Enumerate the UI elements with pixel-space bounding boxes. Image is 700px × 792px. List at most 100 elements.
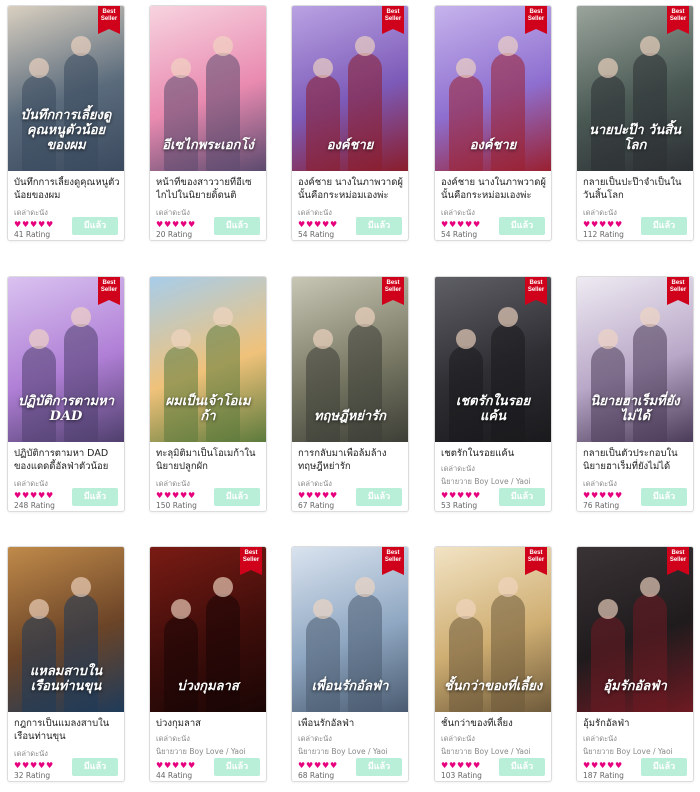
rating-count: 150 Rating xyxy=(156,501,197,510)
book-cover[interactable]: ชั้นกว่าของที่เลี้ยง Best Seller xyxy=(435,547,551,712)
book-card[interactable]: ผมเป็นเจ้าโอเมก้า ทะลุมิติมาเป็นโอเมก้าใ… xyxy=(149,276,267,512)
book-cover[interactable]: องค์ชาย Best Seller xyxy=(292,6,408,171)
book-cover[interactable]: อุ้มรักอัลฟ่า Best Seller xyxy=(577,547,693,712)
heart-icon: ♥ xyxy=(164,220,172,229)
cover-figure-head xyxy=(71,36,91,56)
book-cover[interactable]: บันทึกการเลี้ยงดูคุณหนูตัวน้อยของผม Best… xyxy=(8,6,124,171)
book-cover[interactable]: เชตรักในรอยแค้น Best Seller xyxy=(435,277,551,442)
owned-button[interactable]: มีแล้ว xyxy=(499,758,545,776)
book-author[interactable]: เดล่าดะนัง xyxy=(583,478,617,490)
book-card[interactable]: เชตรักในรอยแค้น Best Seller เชตรักในรอยแ… xyxy=(434,276,552,512)
book-author[interactable]: เดล่าดะนัง xyxy=(583,207,617,219)
heart-icon: ♥ xyxy=(473,491,481,500)
cover-figure-head xyxy=(598,599,618,619)
book-author[interactable]: เดล่าดะนัง xyxy=(156,733,190,745)
heart-icon: ♥ xyxy=(298,491,306,500)
owned-button[interactable]: มีแล้ว xyxy=(214,217,260,235)
book-title[interactable]: หน้าที่ของสาววายที่อีเซไกไปในนิยายดิ้ดนต… xyxy=(156,176,262,204)
book-author[interactable]: เดล่าดะนัง xyxy=(298,733,332,745)
book-cover[interactable]: องค์ชาย Best Seller xyxy=(435,6,551,171)
book-title[interactable]: ปฏิบัติการตามหา DAD ของแดดดี้อัลฟ่าตัวน้… xyxy=(14,447,120,475)
book-card[interactable]: บันทึกการเลี้ยงดูคุณหนูตัวน้อยของผม Best… xyxy=(7,5,125,241)
book-author[interactable]: เดล่าดะนัง xyxy=(156,207,190,219)
book-title[interactable]: ชั้นกว่าของที่เลี้ยง xyxy=(441,717,547,731)
owned-button[interactable]: มีแล้ว xyxy=(356,758,402,776)
book-card[interactable]: นายปะป๊า วันสิ้นโลก Best Seller กลายเป็น… xyxy=(576,5,694,241)
book-author[interactable]: เดล่าดะนัง xyxy=(14,478,48,490)
book-card[interactable]: องค์ชาย Best Seller องค์ชาย นางในภาพวาดผ… xyxy=(434,5,552,241)
book-author[interactable]: เดล่าดะนัง xyxy=(441,207,475,219)
book-card[interactable]: องค์ชาย Best Seller องค์ชาย นางในภาพวาดผ… xyxy=(291,5,409,241)
book-card[interactable]: อีเซไกพระเอกโง่ หน้าที่ของสาววายที่อีเซไ… xyxy=(149,5,267,241)
owned-button[interactable]: มีแล้ว xyxy=(72,488,118,506)
heart-icon: ♥ xyxy=(30,220,38,229)
book-cover[interactable]: เพื่อนรักอัลฟ่า Best Seller xyxy=(292,547,408,712)
heart-icon: ♥ xyxy=(314,491,322,500)
heart-icon: ♥ xyxy=(314,220,322,229)
book-title[interactable]: บ่วงกุมลาส xyxy=(156,717,262,731)
book-category: นิยายวาย Boy Love / Yaoi xyxy=(298,747,388,756)
owned-button[interactable]: มีแล้ว xyxy=(72,217,118,235)
book-cover[interactable]: อีเซไกพระเอกโง่ xyxy=(150,6,266,171)
owned-button[interactable]: มีแล้ว xyxy=(641,488,687,506)
cover-figure xyxy=(348,53,382,171)
rating-hearts: ♥ ♥ ♥ ♥ ♥ xyxy=(14,762,53,770)
book-cover[interactable]: นายปะป๊า วันสิ้นโลก Best Seller xyxy=(577,6,693,171)
owned-button[interactable]: มีแล้ว xyxy=(214,758,260,776)
book-card[interactable]: เพื่อนรักอัลฟ่า Best Seller เพื่อนรักอัล… xyxy=(291,546,409,782)
owned-button[interactable]: มีแล้ว xyxy=(499,488,545,506)
book-title[interactable]: บันทึกการเลี้ยงดูคุณหนูตัวน้อยของผม xyxy=(14,176,120,204)
rating-count: 68 Rating xyxy=(298,771,335,780)
book-title[interactable]: กลายเป็นปะป๊าจำเป็นในวันสิ้นโลก xyxy=(583,176,689,204)
book-card[interactable]: บ่วงกุมลาส Best Seller บ่วงกุมลาส เดล่าด… xyxy=(149,546,267,782)
heart-icon: ♥ xyxy=(156,491,164,500)
book-author[interactable]: เดล่าดะนัง xyxy=(583,733,617,745)
book-cover[interactable]: ปฏิบัติการตามหา DAD Best Seller xyxy=(8,277,124,442)
book-cover[interactable]: ผมเป็นเจ้าโอเมก้า xyxy=(150,277,266,442)
book-card[interactable]: นิยายฮาเร็มที่ยังไม่ได้ Best Seller กลาย… xyxy=(576,276,694,512)
book-card[interactable]: ปฏิบัติการตามหา DAD Best Seller ปฏิบัติก… xyxy=(7,276,125,512)
owned-button[interactable]: มีแล้ว xyxy=(641,758,687,776)
book-card[interactable]: อุ้มรักอัลฟ่า Best Seller อุ้มรักอัลฟ่า … xyxy=(576,546,694,782)
cover-figure xyxy=(491,594,525,712)
heart-icon: ♥ xyxy=(473,761,481,770)
book-author[interactable]: เดล่าดะนัง xyxy=(441,733,475,745)
book-author[interactable]: เดล่าดะนัง xyxy=(14,748,48,760)
book-title[interactable]: องค์ชาย นางในภาพวาดผู้นั้นคือกระหม่อมเอง… xyxy=(298,176,404,204)
cover-figure-head xyxy=(213,36,233,56)
owned-button[interactable]: มีแล้ว xyxy=(499,217,545,235)
book-author[interactable]: เดล่าดะนัง xyxy=(156,478,190,490)
owned-button[interactable]: มีแล้ว xyxy=(72,758,118,776)
book-cover[interactable]: นิยายฮาเร็มที่ยังไม่ได้ Best Seller xyxy=(577,277,693,442)
owned-button[interactable]: มีแล้ว xyxy=(641,217,687,235)
book-author[interactable]: เดล่าดะนัง xyxy=(441,463,475,475)
book-author[interactable]: เดล่าดะนัง xyxy=(14,207,48,219)
heart-icon: ♥ xyxy=(322,761,330,770)
book-title[interactable]: กลายเป็นตัวประกอบในนิยายฮาเร็มที่ยังไม่ไ… xyxy=(583,447,689,475)
owned-button[interactable]: มีแล้ว xyxy=(356,217,402,235)
book-card[interactable]: ทฤษฎีหย่ารัก Best Seller การกลับมาเพื่อล… xyxy=(291,276,409,512)
book-author[interactable]: เดล่าดะนัง xyxy=(298,478,332,490)
book-author[interactable]: เดล่าดะนัง xyxy=(298,207,332,219)
heart-icon: ♥ xyxy=(188,491,196,500)
book-cover[interactable]: แหลมสาบในเรือนท่านขุน xyxy=(8,547,124,712)
heart-icon: ♥ xyxy=(14,220,22,229)
book-cover[interactable]: ทฤษฎีหย่ารัก Best Seller xyxy=(292,277,408,442)
book-title[interactable]: ทะลุมิติมาเป็นโอเมก้าในนิยายปลูกผัก xyxy=(156,447,262,475)
owned-button[interactable]: มีแล้ว xyxy=(214,488,260,506)
cover-figure-head xyxy=(71,577,91,597)
book-title[interactable]: กฎการเป็นแมลงสาบในเรือนท่านขุน xyxy=(14,717,120,745)
owned-button[interactable]: มีแล้ว xyxy=(356,488,402,506)
book-title[interactable]: เชตรักในรอยแค้น xyxy=(441,447,547,461)
book-card[interactable]: ชั้นกว่าของที่เลี้ยง Best Seller ชั้นกว่… xyxy=(434,546,552,782)
book-cover[interactable]: บ่วงกุมลาส Best Seller xyxy=(150,547,266,712)
cover-figure-head xyxy=(313,599,333,619)
book-title[interactable]: องค์ชาย นางในภาพวาดผู้นั้นคือกระหม่อมเอง… xyxy=(441,176,547,204)
heart-icon: ♥ xyxy=(298,761,306,770)
rating-count: 41 Rating xyxy=(14,230,51,239)
heart-icon: ♥ xyxy=(188,220,196,229)
book-title[interactable]: อุ้มรักอัลฟ่า xyxy=(583,717,689,731)
book-title[interactable]: เพื่อนรักอัลฟ่า xyxy=(298,717,404,731)
book-title[interactable]: การกลับมาเพื่อล้มล้างทฤษฎีหย่ารัก xyxy=(298,447,404,475)
book-card[interactable]: แหลมสาบในเรือนท่านขุน กฎการเป็นแมลงสาบใน… xyxy=(7,546,125,782)
